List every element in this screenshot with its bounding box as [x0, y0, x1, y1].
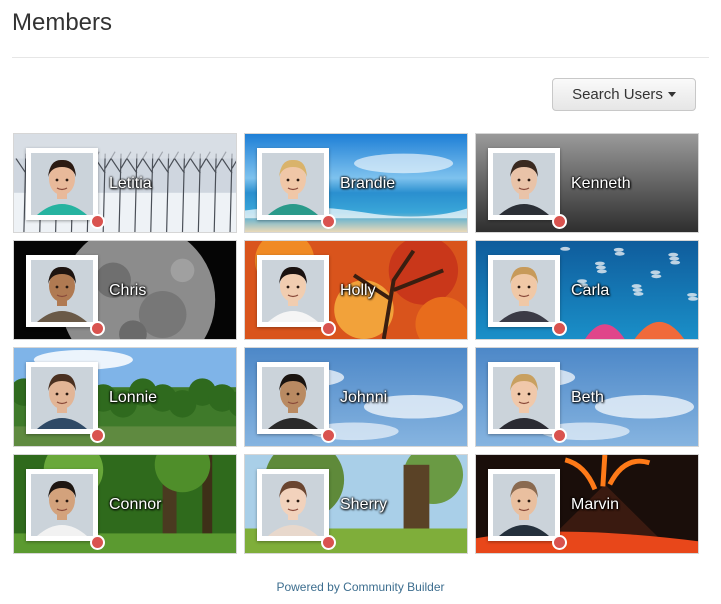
- member-card-kenneth[interactable]: Kenneth: [475, 133, 699, 233]
- member-avatar[interactable]: [26, 362, 98, 434]
- member-name[interactable]: Kenneth: [571, 175, 631, 193]
- member-avatar[interactable]: [488, 362, 560, 434]
- member-name[interactable]: Holly: [340, 282, 376, 300]
- search-users-label: Search Users: [572, 86, 663, 103]
- member-avatar[interactable]: [257, 148, 329, 220]
- member-name[interactable]: Carla: [571, 282, 609, 300]
- member-card-holly[interactable]: Holly: [244, 240, 468, 340]
- status-offline-icon: [90, 428, 105, 443]
- status-offline-icon: [90, 321, 105, 336]
- powered-by-link[interactable]: Powered by Community Builder: [0, 580, 721, 594]
- member-avatar[interactable]: [26, 469, 98, 541]
- member-card-carla[interactable]: Carla: [475, 240, 699, 340]
- member-avatar[interactable]: [26, 148, 98, 220]
- member-avatar[interactable]: [257, 362, 329, 434]
- page-title: Members: [12, 9, 113, 36]
- member-avatar[interactable]: [257, 255, 329, 327]
- member-avatar[interactable]: [257, 469, 329, 541]
- member-name[interactable]: Johnni: [340, 389, 387, 407]
- member-card-letitia[interactable]: Letitia: [13, 133, 237, 233]
- title-divider: [12, 57, 709, 58]
- member-card-marvin[interactable]: Marvin: [475, 454, 699, 554]
- status-offline-icon: [321, 321, 336, 336]
- status-offline-icon: [321, 535, 336, 550]
- status-offline-icon: [90, 535, 105, 550]
- member-card-sherry[interactable]: Sherry: [244, 454, 468, 554]
- member-name[interactable]: Marvin: [571, 496, 619, 514]
- status-offline-icon: [321, 214, 336, 229]
- member-name[interactable]: Letitia: [109, 175, 152, 193]
- member-card-johnni[interactable]: Johnni: [244, 347, 468, 447]
- status-offline-icon: [552, 428, 567, 443]
- member-name[interactable]: Connor: [109, 496, 161, 514]
- member-name[interactable]: Brandie: [340, 175, 395, 193]
- caret-down-icon: [667, 92, 676, 97]
- member-card-brandie[interactable]: Brandie: [244, 133, 468, 233]
- status-offline-icon: [90, 214, 105, 229]
- status-offline-icon: [321, 428, 336, 443]
- member-card-connor[interactable]: Connor: [13, 454, 237, 554]
- member-avatar[interactable]: [488, 148, 560, 220]
- status-offline-icon: [552, 214, 567, 229]
- member-name[interactable]: Lonnie: [109, 389, 157, 407]
- member-card-chris[interactable]: Chris: [13, 240, 237, 340]
- member-avatar[interactable]: [26, 255, 98, 327]
- search-users-button[interactable]: Search Users: [552, 78, 696, 111]
- status-offline-icon: [552, 535, 567, 550]
- status-offline-icon: [552, 321, 567, 336]
- member-name[interactable]: Beth: [571, 389, 604, 407]
- member-card-lonnie[interactable]: Lonnie: [13, 347, 237, 447]
- members-grid: Letitia Brandie Kenneth Chris Holly Carl…: [13, 133, 699, 554]
- member-avatar[interactable]: [488, 255, 560, 327]
- member-avatar[interactable]: [488, 469, 560, 541]
- member-name[interactable]: Chris: [109, 282, 146, 300]
- member-name[interactable]: Sherry: [340, 496, 387, 514]
- member-card-beth[interactable]: Beth: [475, 347, 699, 447]
